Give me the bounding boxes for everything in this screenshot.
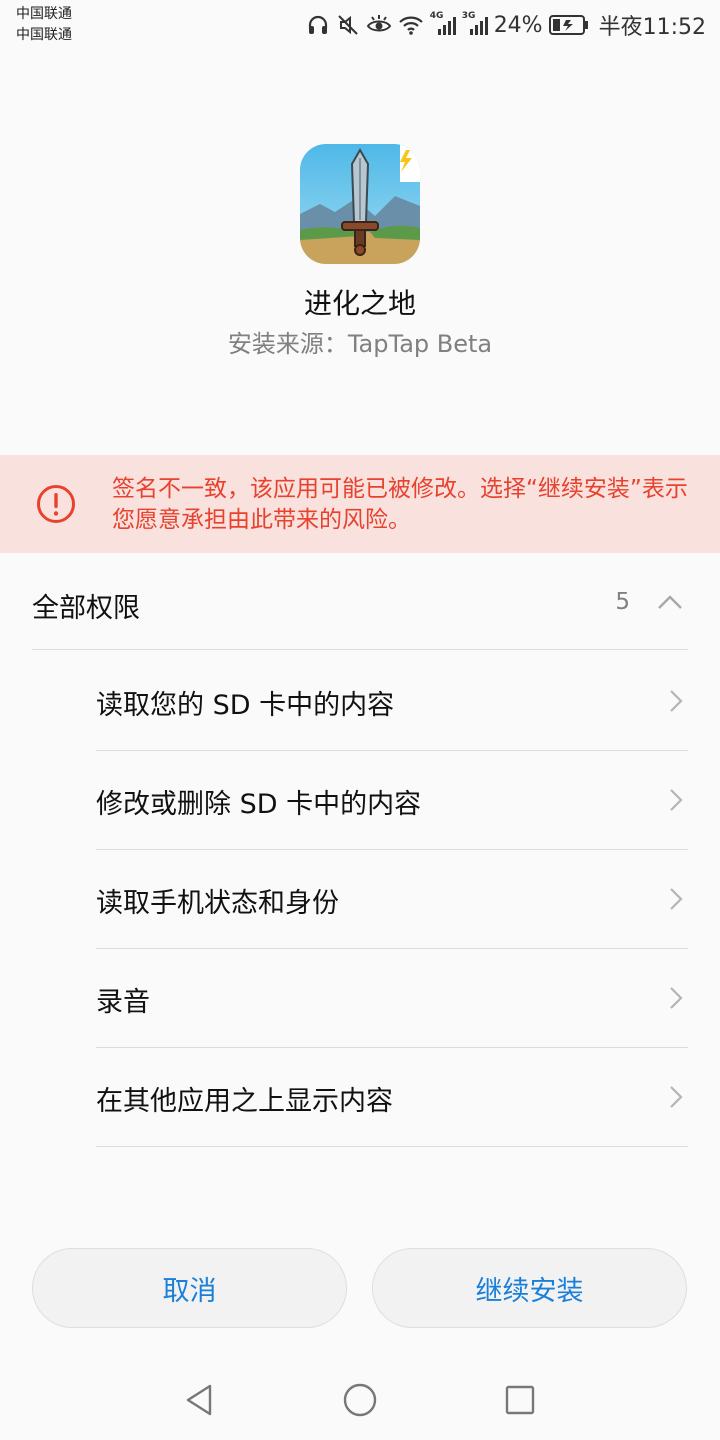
app-name: 进化之地 bbox=[303, 287, 416, 320]
permission-label: 在其他应用之上显示内容 bbox=[96, 1086, 393, 1117]
home-icon[interactable] bbox=[340, 1380, 380, 1420]
cancel-button[interactable]: 取消 bbox=[32, 1248, 347, 1328]
battery-charging-icon bbox=[548, 14, 589, 36]
permissions-header[interactable]: 全部权限 5 bbox=[32, 570, 688, 650]
navigation-bar bbox=[0, 1360, 720, 1440]
permission-item[interactable]: 读取您的 SD 卡中的内容 bbox=[96, 652, 688, 751]
signal-3g-icon: 3G bbox=[462, 11, 488, 37]
permission-label: 读取手机状态和身份 bbox=[96, 888, 339, 919]
warning-icon bbox=[36, 484, 76, 524]
back-icon[interactable] bbox=[180, 1380, 220, 1420]
signal-4g-icon: 4G bbox=[430, 11, 456, 37]
chevron-up-icon[interactable] bbox=[656, 592, 684, 612]
permission-label: 修改或删除 SD 卡中的内容 bbox=[96, 789, 422, 820]
battery-percent: 24% bbox=[493, 12, 543, 38]
install-source: 安装来源：TapTap Beta bbox=[227, 330, 493, 358]
permission-item[interactable]: 读取手机状态和身份 bbox=[96, 850, 688, 949]
chevron-right-icon bbox=[668, 787, 684, 813]
continue-install-button[interactable]: 继续安装 bbox=[372, 1248, 687, 1328]
chevron-right-icon bbox=[668, 1084, 684, 1110]
status-icons: 4G 3G 24% 半夜11:52 bbox=[306, 10, 706, 40]
mute-icon bbox=[336, 13, 360, 37]
permissions-list: 读取您的 SD 卡中的内容 修改或删除 SD 卡中的内容 读取手机状态和身份 录… bbox=[96, 652, 688, 1147]
permissions-count: 5 bbox=[615, 589, 630, 615]
permission-item[interactable]: 在其他应用之上显示内容 bbox=[96, 1048, 688, 1147]
signature-warning-banner: 签名不一致，该应用可能已被修改。选择“继续安装”表示您愿意承担由此带来的风险。 bbox=[0, 455, 720, 553]
carrier-1: 中国联通 bbox=[16, 6, 72, 22]
status-bar: 中国联通 中国联通 4G 3G 24% 半夜11:52 bbox=[0, 0, 720, 52]
wifi-icon bbox=[398, 13, 424, 37]
permission-label: 录音 bbox=[96, 987, 150, 1018]
chevron-right-icon bbox=[668, 886, 684, 912]
headset-icon bbox=[306, 13, 330, 37]
permission-item[interactable]: 录音 bbox=[96, 949, 688, 1048]
eye-comfort-icon bbox=[366, 13, 392, 37]
warning-text: 签名不一致，该应用可能已被修改。选择“继续安装”表示您愿意承担由此带来的风险。 bbox=[112, 476, 688, 533]
clock: 半夜11:52 bbox=[598, 15, 706, 40]
permissions-title: 全部权限 bbox=[32, 593, 140, 624]
permission-label: 读取您的 SD 卡中的内容 bbox=[96, 690, 395, 721]
carrier-info: 中国联通 中国联通 bbox=[16, 4, 72, 46]
chevron-right-icon bbox=[668, 688, 684, 714]
carrier-2: 中国联通 bbox=[16, 27, 72, 43]
permission-item[interactable]: 修改或删除 SD 卡中的内容 bbox=[96, 751, 688, 850]
chevron-right-icon bbox=[668, 985, 684, 1011]
recent-apps-icon[interactable] bbox=[500, 1380, 540, 1420]
app-icon bbox=[300, 144, 420, 264]
